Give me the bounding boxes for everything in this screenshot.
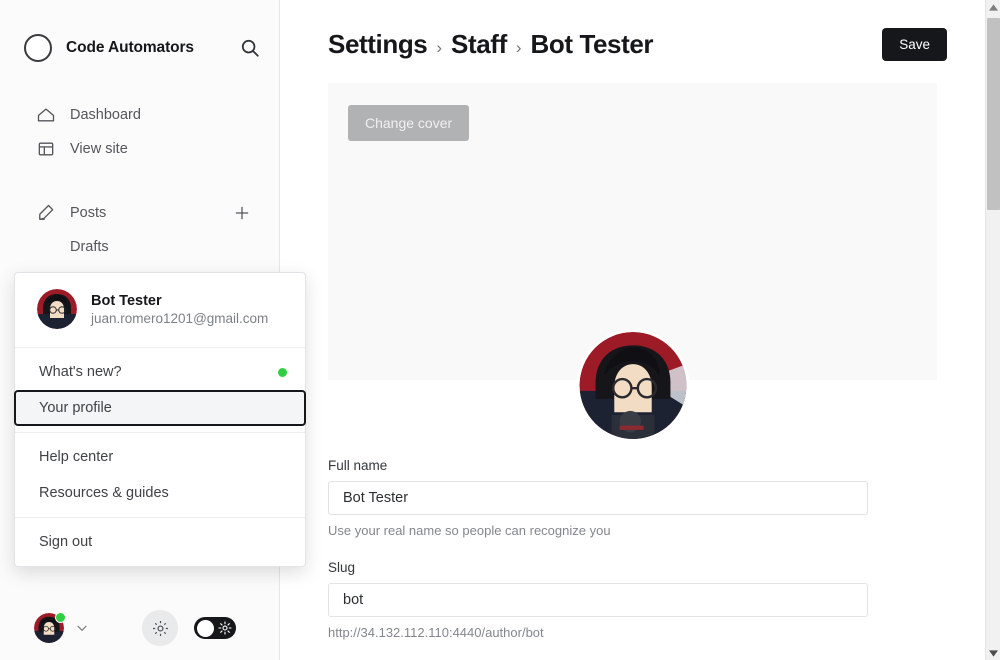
sidebar-item-dashboard[interactable]: Dashboard: [0, 98, 279, 132]
home-icon: [37, 108, 55, 122]
menu-item-label: What's new?: [39, 364, 122, 380]
profile-avatar-image: [579, 332, 686, 439]
avatar[interactable]: [34, 612, 66, 643]
field-hint: Use your real name so people can recogni…: [328, 523, 611, 538]
sidebar-item-label: Posts: [70, 205, 107, 221]
brand-title: Code Automators: [66, 39, 194, 56]
caret-down-icon: [989, 649, 998, 657]
sidebar-item-view-site[interactable]: View site: [0, 132, 279, 166]
notification-dot-icon: [278, 367, 287, 377]
slug-input[interactable]: [328, 583, 868, 617]
chevron-down-icon[interactable]: [74, 620, 90, 636]
full-name-input[interactable]: [328, 481, 868, 515]
settings-button[interactable]: [142, 610, 178, 646]
sidebar-item-posts[interactable]: Posts: [0, 196, 279, 230]
menu-item-label: Sign out: [39, 534, 93, 550]
field-label: Full name: [328, 458, 388, 473]
field-label: Slug: [328, 560, 356, 575]
gear-icon: [152, 620, 168, 636]
vertical-scrollbar[interactable]: [985, 0, 1000, 660]
breadcrumb: Settings › Staff › Bot Tester: [328, 29, 654, 60]
breadcrumb-item-settings[interactable]: Settings: [328, 29, 428, 60]
change-cover-button[interactable]: Change cover: [348, 105, 470, 141]
sidebar-item-label: Drafts: [70, 239, 109, 255]
status-badge: [55, 612, 66, 623]
user-menu-dropdown: Bot Tester juan.romero1201@gmail.com Wha…: [14, 272, 306, 567]
field-slug: Slug http://34.132.112.110:4440/author/b…: [328, 560, 937, 640]
user-name: Bot Tester: [91, 292, 162, 309]
menu-item-label: Help center: [39, 449, 114, 465]
user-identity: Bot Tester juan.romero1201@gmail.com: [91, 293, 268, 326]
edit-icon: [39, 204, 54, 220]
user-menu-group: Help center Resources & guides: [15, 433, 305, 517]
sun-icon: [218, 621, 232, 635]
breadcrumb-item-staff[interactable]: Staff: [451, 29, 507, 60]
plus-icon[interactable]: [233, 204, 251, 222]
main-content: Settings › Staff › Bot Tester Save Chang…: [280, 0, 985, 660]
menu-item-your-profile[interactable]: Your profile: [14, 390, 306, 426]
caret-up-icon: [989, 3, 998, 11]
save-button[interactable]: Save: [882, 28, 947, 61]
menu-item-label: Your profile: [39, 400, 112, 416]
brand-header: Code Automators: [24, 24, 261, 72]
menu-item-help-center[interactable]: Help center: [15, 439, 305, 475]
menu-item-label: Resources & guides: [39, 485, 169, 501]
user-menu-header: Bot Tester juan.romero1201@gmail.com: [15, 273, 305, 347]
cover-image-area: Change cover: [328, 83, 937, 442]
sidebar-item-label: View site: [70, 141, 128, 157]
sidebar-item-label: Dashboard: [70, 107, 141, 123]
user-menu-group: What's new? Your profile: [14, 348, 306, 432]
scroll-up-button[interactable]: [986, 0, 1000, 14]
scroll-down-button[interactable]: [986, 646, 1000, 660]
sidebar-footer: [0, 596, 280, 660]
user-email: juan.romero1201@gmail.com: [91, 310, 269, 326]
breadcrumb-separator-icon: ›: [515, 38, 522, 57]
sidebar-item-drafts[interactable]: Drafts: [0, 230, 279, 264]
field-full-name: Full name Use your real name so people c…: [328, 458, 937, 538]
sidebar-nav: Dashboard View site Posts Drafts: [0, 98, 279, 264]
menu-item-whats-new[interactable]: What's new?: [15, 354, 305, 390]
ring-logo-icon: [24, 34, 52, 62]
user-menu-group: Sign out: [15, 518, 305, 566]
menu-item-sign-out[interactable]: Sign out: [15, 524, 305, 560]
field-hint: http://34.132.112.110:4440/author/bot: [328, 625, 544, 640]
user-avatar-image: [37, 289, 77, 329]
page-header: Settings › Staff › Bot Tester Save: [280, 0, 985, 61]
scrollbar-thumb[interactable]: [987, 18, 1000, 210]
menu-item-resources-guides[interactable]: Resources & guides: [15, 475, 305, 511]
app-root: Code Automators Dashboard View site Post…: [0, 0, 1000, 660]
toggle-knob: [197, 619, 214, 637]
profile-avatar[interactable]: [576, 329, 689, 442]
page-title: Bot Tester: [530, 29, 654, 59]
theme-toggle[interactable]: [194, 617, 236, 639]
breadcrumb-separator-icon: ›: [436, 38, 443, 57]
search-icon[interactable]: [239, 37, 261, 59]
layout-icon: [38, 142, 54, 156]
